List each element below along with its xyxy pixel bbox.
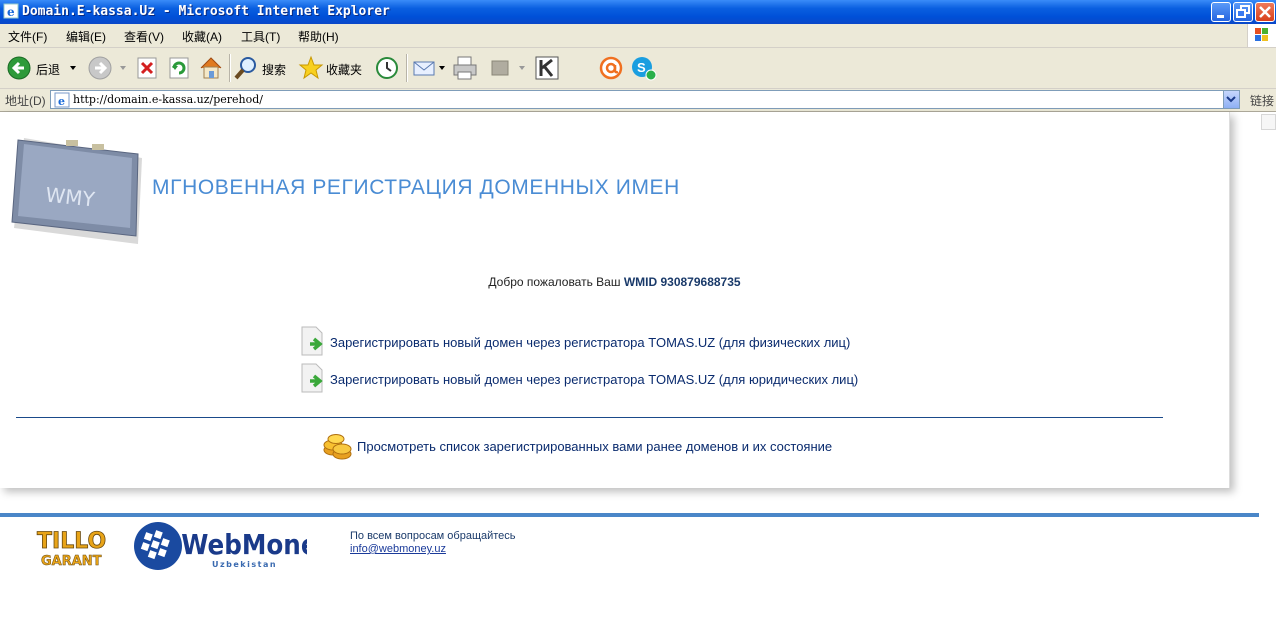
footer-bar bbox=[0, 513, 1259, 517]
domain-list-link[interactable]: Просмотреть список зарегистрированных ва… bbox=[357, 439, 832, 454]
address-label: 地址(D) bbox=[5, 94, 46, 108]
address-input[interactable]: e http://domain.e-kassa.uz/perehod/ bbox=[50, 90, 1240, 109]
back-dropdown-icon[interactable] bbox=[70, 66, 76, 70]
welcome-text: Добро пожаловать Ваш WMID 930879688735 bbox=[0, 275, 1229, 289]
wmy-logo: WMY bbox=[10, 132, 148, 244]
footer-contact: По всем вопросам обращайтесь info@webmon… bbox=[350, 530, 516, 556]
links-label[interactable]: 链接 bbox=[1250, 92, 1274, 109]
close-button[interactable] bbox=[1255, 2, 1275, 22]
menu-edit[interactable]: 编辑(E) bbox=[66, 28, 106, 45]
mail-button[interactable] bbox=[412, 54, 446, 82]
footer-email-link[interactable]: info@webmoney.uz bbox=[350, 543, 446, 555]
page-title: МГНОВЕННАЯ РЕГИСТРАЦИЯ ДОМЕННЫХ ИМЕН bbox=[152, 176, 680, 199]
back-arrow-icon bbox=[7, 56, 31, 80]
menu-help[interactable]: 帮助(H) bbox=[298, 28, 339, 45]
favorites-button[interactable]: 收藏夹 bbox=[298, 54, 368, 82]
toolbar-separator bbox=[229, 54, 231, 82]
windows-logo-icon bbox=[1247, 24, 1276, 47]
menu-file[interactable]: 文件(F) bbox=[8, 28, 47, 45]
menu-tools[interactable]: 工具(T) bbox=[241, 28, 280, 45]
webmoney-logo: WebMoney Uzbekistan bbox=[132, 520, 334, 572]
svg-text:e: e bbox=[7, 5, 15, 19]
svg-text:S: S bbox=[637, 60, 646, 75]
menu-favorites[interactable]: 收藏(A) bbox=[182, 28, 222, 45]
forward-dropdown-icon[interactable] bbox=[120, 66, 126, 70]
divider bbox=[16, 417, 1163, 418]
refresh-icon bbox=[169, 57, 189, 79]
toolbar: 后退 搜索 收藏夹 S bbox=[0, 48, 1276, 89]
chevron-down-icon bbox=[1226, 96, 1236, 103]
star-icon bbox=[298, 55, 324, 80]
forward-arrow-icon bbox=[88, 56, 112, 80]
document-arrow-icon bbox=[301, 326, 323, 356]
search-label: 搜索 bbox=[262, 63, 287, 77]
back-label: 后退 bbox=[36, 63, 61, 77]
forward-button[interactable] bbox=[87, 54, 127, 82]
edit-dropdown-icon[interactable] bbox=[519, 66, 525, 70]
welcome-prefix: Добро пожаловать Ваш bbox=[488, 275, 624, 289]
toolbar-separator bbox=[406, 54, 408, 82]
home-button[interactable] bbox=[198, 54, 224, 82]
menu-view[interactable]: 查看(V) bbox=[124, 28, 164, 45]
mail-dropdown-icon[interactable] bbox=[439, 66, 445, 70]
webmoney-subtext: Uzbekistan bbox=[212, 560, 277, 569]
search-button[interactable]: 搜索 bbox=[233, 54, 293, 82]
stop-button[interactable] bbox=[135, 54, 159, 82]
restore-button[interactable] bbox=[1233, 2, 1253, 22]
ie-icon: e bbox=[3, 3, 19, 19]
mail-at-button[interactable] bbox=[598, 54, 624, 82]
stop-icon bbox=[137, 57, 157, 79]
home-icon bbox=[200, 57, 222, 79]
menu-bar: 文件(F) 编辑(E) 查看(V) 收藏(A) 工具(T) 帮助(H) bbox=[0, 24, 1276, 48]
tillo-text: TILLO bbox=[37, 529, 106, 554]
scrollbar-up-button[interactable] bbox=[1261, 114, 1276, 130]
register-legal-link[interactable]: Зарегистрировать новый домен через регис… bbox=[330, 372, 858, 387]
window-title: Domain.E-kassa.Uz - Microsoft Internet E… bbox=[22, 4, 390, 19]
skype-button[interactable]: S bbox=[630, 54, 658, 82]
document-arrow-icon bbox=[301, 363, 323, 393]
footer-contact-text: По всем вопросам обращайтесь bbox=[350, 530, 516, 542]
edit-button[interactable] bbox=[489, 54, 525, 82]
skype-icon: S bbox=[632, 57, 657, 81]
search-icon bbox=[234, 57, 256, 80]
at-sign-icon bbox=[599, 56, 623, 80]
content-card: WMY МГНОВЕННАЯ РЕГИСТРАЦИЯ ДОМЕННЫХ ИМЕН… bbox=[0, 112, 1230, 488]
coins-icon bbox=[323, 434, 352, 460]
tillo-garant-logo: TILLO GARANT bbox=[35, 524, 111, 570]
address-dropdown-button[interactable] bbox=[1223, 91, 1239, 108]
title-bar: e Domain.E-kassa.Uz - Microsoft Internet… bbox=[0, 0, 1276, 24]
page-icon: e bbox=[54, 92, 70, 108]
webmoney-text: WebMoney bbox=[181, 530, 307, 562]
svg-text:e: e bbox=[58, 95, 65, 108]
wmid-value: WMID 930879688735 bbox=[623, 275, 741, 289]
edit-page-icon bbox=[491, 60, 509, 76]
printer-icon bbox=[453, 56, 477, 80]
history-button[interactable] bbox=[374, 54, 400, 82]
refresh-button[interactable] bbox=[167, 54, 191, 82]
favorites-label: 收藏夹 bbox=[326, 63, 363, 77]
garant-text: GARANT bbox=[41, 554, 102, 569]
scrollbar[interactable] bbox=[1259, 112, 1276, 623]
address-url: http://domain.e-kassa.uz/perehod/ bbox=[73, 93, 263, 106]
back-button[interactable]: 后退 bbox=[6, 54, 78, 82]
history-icon bbox=[376, 57, 398, 79]
mail-icon bbox=[413, 61, 435, 76]
kaspersky-button[interactable] bbox=[534, 54, 560, 82]
register-individual-link[interactable]: Зарегистрировать новый домен через регис… bbox=[330, 335, 850, 350]
kaspersky-icon bbox=[535, 56, 559, 80]
print-button[interactable] bbox=[451, 54, 479, 82]
address-bar: 地址(D) e http://domain.e-kassa.uz/perehod… bbox=[0, 89, 1276, 112]
minimize-button[interactable] bbox=[1211, 2, 1231, 22]
